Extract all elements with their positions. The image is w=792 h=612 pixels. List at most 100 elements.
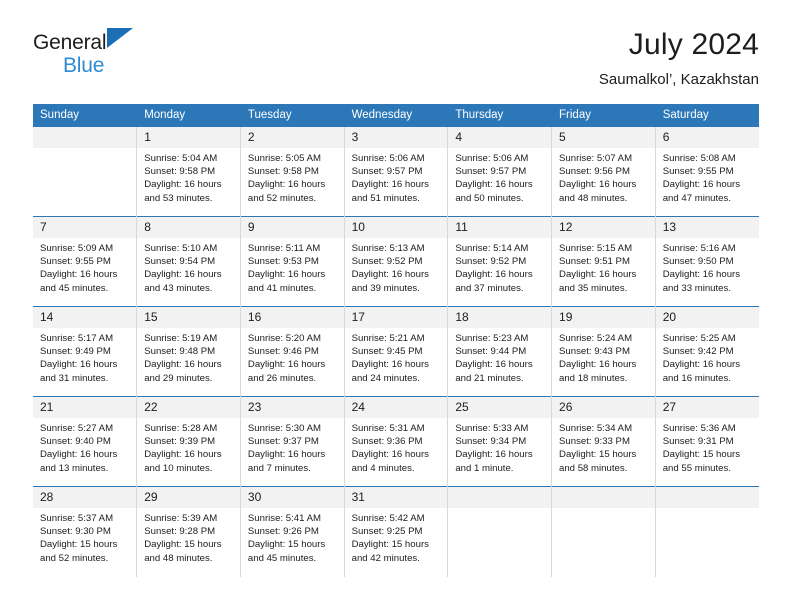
daylight-duration-line2: and 4 minutes. xyxy=(351,462,415,474)
day-number: 21 xyxy=(33,397,137,418)
calendar-day-cell[interactable]: 14 Sunrise: 5:17 AM Sunset: 9:49 PM Dayligh… xyxy=(33,306,138,397)
calendar-day-cell[interactable]: 6 Sunrise: 5:08 AM Sunset: 9:55 PM Daylight… xyxy=(655,126,759,217)
daylight-duration-line1: Daylight: 16 hours xyxy=(662,359,741,371)
day-details: Sunrise: 5:04 AM Sunset: 9:58 PM Daylight:… xyxy=(137,148,240,205)
sunrise-time: Sunrise: 5:13 AM xyxy=(351,243,425,254)
sunset-time: Sunset: 9:58 PM xyxy=(144,166,216,178)
generalblue-logo: General Blue xyxy=(33,26,153,77)
sunrise-time: Sunrise: 5:15 AM xyxy=(559,243,633,254)
sunrise-time: Sunrise: 5:04 AM xyxy=(144,153,218,164)
day-number: 25 xyxy=(448,397,552,418)
calendar-week-row: 1 Sunrise: 5:04 AM Sunset: 9:58 PM Daylight… xyxy=(33,126,759,217)
day-details: Sunrise: 5:24 AM Sunset: 9:43 PM Daylight:… xyxy=(552,328,655,385)
calendar-day-cell[interactable]: 20 Sunrise: 5:25 AM Sunset: 9:42 PM Dayligh… xyxy=(655,306,759,397)
day-number: 20 xyxy=(655,307,759,328)
day-details: Sunrise: 5:33 AM Sunset: 9:34 PM Daylight:… xyxy=(448,418,551,475)
calendar-day-cell[interactable]: 12 Sunrise: 5:15 AM Sunset: 9:51 PM Dayligh… xyxy=(551,216,656,307)
sunset-time: Sunset: 9:48 PM xyxy=(144,346,216,358)
calendar-day-cell[interactable]: 23 Sunrise: 5:30 AM Sunset: 9:37 PM Dayligh… xyxy=(240,396,345,487)
sunrise-time: Sunrise: 5:42 AM xyxy=(351,513,425,524)
calendar-day-cell[interactable]: 4 Sunrise: 5:06 AM Sunset: 9:57 PM Daylight… xyxy=(447,126,553,217)
calendar-day-cell[interactable]: 3 Sunrise: 5:06 AM Sunset: 9:57 PM Daylight… xyxy=(344,126,449,217)
day-details: Sunrise: 5:31 AM Sunset: 9:36 PM Daylight:… xyxy=(345,418,448,475)
day-number: 5 xyxy=(552,127,655,148)
day-number: 28 xyxy=(33,487,137,508)
daylight-duration-line2: and 52 minutes. xyxy=(40,552,109,564)
calendar-week-row: 7 Sunrise: 5:09 AM Sunset: 9:55 PM Daylight… xyxy=(33,216,759,307)
calendar-day-cell[interactable]: 10 Sunrise: 5:13 AM Sunset: 9:52 PM Dayligh… xyxy=(344,216,449,307)
day-number: 24 xyxy=(344,397,448,418)
calendar-day-cell[interactable]: 2 Sunrise: 5:05 AM Sunset: 9:58 PM Daylight… xyxy=(240,126,345,217)
day-details: Sunrise: 5:11 AM Sunset: 9:53 PM Daylight:… xyxy=(241,238,344,295)
daylight-duration-line1: Daylight: 16 hours xyxy=(455,359,533,371)
calendar-day-cell[interactable]: 13 Sunrise: 5:16 AM Sunset: 9:50 PM Dayligh… xyxy=(655,216,759,307)
day-details: Sunrise: 5:15 AM Sunset: 9:51 PM Daylight:… xyxy=(552,238,655,295)
sunrise-time: Sunrise: 5:41 AM xyxy=(247,513,321,524)
day-details: Sunrise: 5:27 AM Sunset: 9:40 PM Daylight:… xyxy=(33,418,136,475)
calendar-day-cell[interactable]: 15 Sunrise: 5:19 AM Sunset: 9:48 PM Dayligh… xyxy=(136,306,241,397)
calendar-day-cell[interactable]: 11 Sunrise: 5:14 AM Sunset: 9:52 PM Dayligh… xyxy=(447,216,553,307)
logo-text-blue: Blue xyxy=(63,54,105,77)
day-number xyxy=(448,487,552,508)
sunrise-time: Sunrise: 5:37 AM xyxy=(40,513,114,524)
calendar-day-cell[interactable]: 7 Sunrise: 5:09 AM Sunset: 9:55 PM Daylight… xyxy=(33,216,138,307)
sunrise-time: Sunrise: 5:30 AM xyxy=(247,423,321,434)
sunrise-time: Sunrise: 5:06 AM xyxy=(351,153,425,164)
sunset-time: Sunset: 9:57 PM xyxy=(455,166,527,178)
calendar-day-cell[interactable]: 24 Sunrise: 5:31 AM Sunset: 9:36 PM Dayligh… xyxy=(344,396,449,487)
day-number xyxy=(33,127,137,148)
sunset-time: Sunset: 9:42 PM xyxy=(662,346,734,358)
sunrise-time: Sunrise: 5:17 AM xyxy=(40,333,114,344)
calendar-day-cell[interactable]: 18 Sunrise: 5:23 AM Sunset: 9:44 PM Dayligh… xyxy=(447,306,553,397)
calendar-day-cell[interactable]: 31 Sunrise: 5:42 AM Sunset: 9:25 PM Dayligh… xyxy=(344,486,449,577)
calendar-day-cell[interactable]: 5 Sunrise: 5:07 AM Sunset: 9:56 PM Daylight… xyxy=(551,126,656,217)
calendar-day-cell[interactable]: 28 Sunrise: 5:37 AM Sunset: 9:30 PM Dayligh… xyxy=(33,486,138,577)
calendar-day-cell[interactable]: 19 Sunrise: 5:24 AM Sunset: 9:43 PM Dayligh… xyxy=(551,306,656,397)
daylight-duration-line1: Daylight: 15 hours xyxy=(40,539,118,551)
sunset-time: Sunset: 9:52 PM xyxy=(455,256,527,268)
calendar-day-cell[interactable]: 22 Sunrise: 5:28 AM Sunset: 9:39 PM Dayligh… xyxy=(136,396,241,487)
day-details xyxy=(552,508,655,512)
daylight-duration-line1: Daylight: 16 hours xyxy=(247,269,326,281)
daylight-duration-line1: Daylight: 16 hours xyxy=(662,179,741,191)
day-number: 4 xyxy=(448,127,552,148)
daylight-duration-line1: Daylight: 15 hours xyxy=(144,539,222,551)
daylight-duration-line2: and 48 minutes. xyxy=(144,552,213,564)
calendar-week-row: 21 Sunrise: 5:27 AM Sunset: 9:40 PM Dayligh… xyxy=(33,396,759,487)
calendar-day-cell[interactable]: 29 Sunrise: 5:39 AM Sunset: 9:28 PM Dayligh… xyxy=(136,486,241,577)
calendar-day-cell[interactable]: 1 Sunrise: 5:04 AM Sunset: 9:58 PM Daylight… xyxy=(136,126,241,217)
calendar-day-cell[interactable]: 17 Sunrise: 5:21 AM Sunset: 9:45 PM Dayligh… xyxy=(344,306,449,397)
daylight-duration-line1: Daylight: 16 hours xyxy=(455,179,533,191)
calendar-day-cell[interactable]: 8 Sunrise: 5:10 AM Sunset: 9:54 PM Daylight… xyxy=(136,216,241,307)
calendar-day-cell[interactable]: 30 Sunrise: 5:41 AM Sunset: 9:26 PM Dayligh… xyxy=(240,486,345,577)
daylight-duration-line1: Daylight: 16 hours xyxy=(662,269,741,281)
sunrise-time: Sunrise: 5:25 AM xyxy=(662,333,736,344)
calendar-day-cell[interactable]: 27 Sunrise: 5:36 AM Sunset: 9:31 PM Dayligh… xyxy=(655,396,759,487)
sunrise-time: Sunrise: 5:06 AM xyxy=(455,153,529,164)
sunset-time: Sunset: 9:45 PM xyxy=(351,346,423,358)
calendar-day-cell[interactable]: 25 Sunrise: 5:33 AM Sunset: 9:34 PM Dayligh… xyxy=(447,396,553,487)
calendar-day-cell[interactable]: 26 Sunrise: 5:34 AM Sunset: 9:33 PM Dayligh… xyxy=(551,396,656,487)
daylight-duration-line2: and 37 minutes. xyxy=(455,282,524,294)
sunrise-time: Sunrise: 5:16 AM xyxy=(662,243,736,254)
day-number: 13 xyxy=(655,217,759,238)
calendar-day-cell[interactable]: 9 Sunrise: 5:11 AM Sunset: 9:53 PM Daylight… xyxy=(240,216,345,307)
calendar-day-cell-empty xyxy=(655,486,759,577)
weekday-header-sunday: Sunday xyxy=(33,104,138,127)
calendar-day-cell[interactable]: 16 Sunrise: 5:20 AM Sunset: 9:46 PM Dayligh… xyxy=(240,306,345,397)
sunset-time: Sunset: 9:43 PM xyxy=(559,346,630,358)
calendar-day-cell[interactable]: 21 Sunrise: 5:27 AM Sunset: 9:40 PM Dayligh… xyxy=(33,396,138,487)
daylight-duration-line2: and 16 minutes. xyxy=(662,372,731,384)
daylight-duration-line1: Daylight: 16 hours xyxy=(351,359,429,371)
day-number: 10 xyxy=(344,217,448,238)
sunset-time: Sunset: 9:50 PM xyxy=(662,256,734,268)
day-details: Sunrise: 5:41 AM Sunset: 9:26 PM Daylight:… xyxy=(241,508,344,565)
sunrise-time: Sunrise: 5:36 AM xyxy=(662,423,736,434)
daylight-duration-line2: and 41 minutes. xyxy=(247,282,317,294)
sunset-time: Sunset: 9:40 PM xyxy=(40,436,111,448)
daylight-duration-line2: and 31 minutes. xyxy=(40,372,109,384)
daylight-duration-line1: Daylight: 16 hours xyxy=(559,359,637,371)
sunset-time: Sunset: 9:25 PM xyxy=(351,526,423,538)
day-details: Sunrise: 5:34 AM Sunset: 9:33 PM Daylight:… xyxy=(552,418,655,475)
calendar-day-cell-empty xyxy=(33,126,138,217)
